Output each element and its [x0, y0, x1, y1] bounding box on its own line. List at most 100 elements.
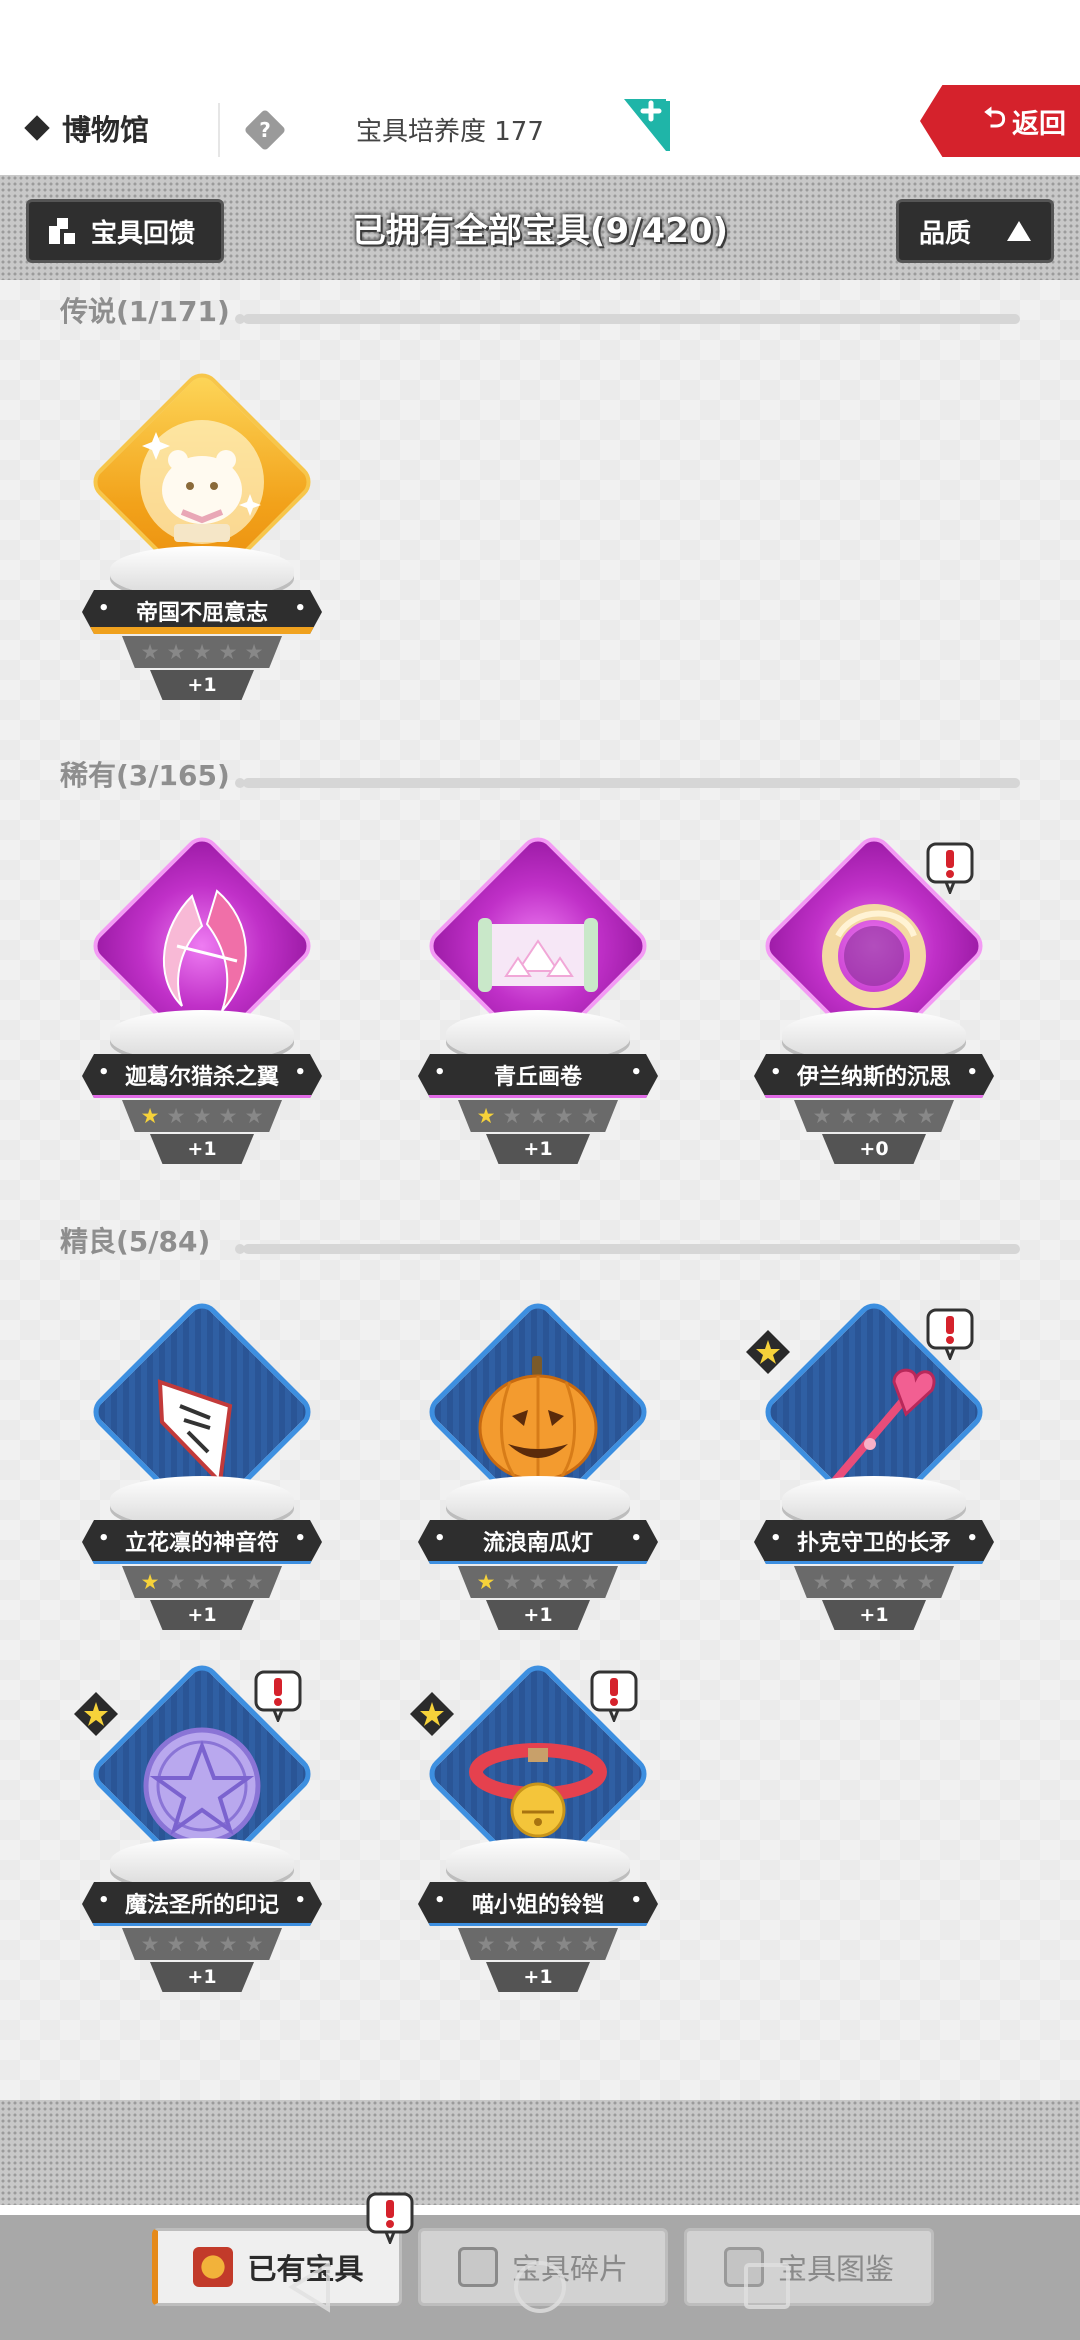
star-icon: ★	[502, 1932, 522, 1956]
star-icon: ★	[140, 1570, 160, 1594]
section-divider	[235, 1244, 1020, 1254]
star-icon: ★	[580, 1932, 600, 1956]
star-icon: ★	[166, 1570, 186, 1594]
treasure-card[interactable]: 伊兰纳斯的沉思 ★★★★★ +0	[744, 830, 1004, 1182]
star-icon: ★	[502, 1104, 522, 1128]
treasure-name: 伊兰纳斯的沉思	[754, 1054, 994, 1098]
star-icon: ★	[218, 1104, 238, 1128]
star-icon: ★	[244, 1104, 264, 1128]
enhance-level: +0	[822, 1134, 926, 1164]
star-icon: ★	[166, 1932, 186, 1956]
return-arrow-icon: ⮌	[983, 101, 1006, 134]
star-icon: ★	[140, 640, 160, 664]
star-icon: ★	[864, 1570, 884, 1594]
section-label: 精良(5/84)	[60, 1225, 211, 1258]
star-icon: ★	[528, 1104, 548, 1128]
star-icon: ★	[192, 1104, 212, 1128]
star-rating: ★ ★ ★ ★ ★	[122, 1566, 282, 1598]
star-icon: ★	[244, 1932, 264, 1956]
star-icon: ★	[218, 1932, 238, 1956]
section-header-legend: 传说(1/171)	[60, 290, 230, 330]
tab-treasure-codex[interactable]: 宝具图鉴	[684, 2228, 934, 2306]
treasure-card[interactable]: 立花凛的神音符 ★★★★★ +1	[72, 1296, 332, 1648]
star-icon: ★	[502, 1570, 522, 1594]
star-icon: ★	[218, 1570, 238, 1594]
sort-button-label: 品质	[919, 218, 972, 249]
back-button-label: 返回	[1012, 108, 1066, 140]
treasure-list[interactable]: 传说(1/171) 帝国不屈意志 ★★★★★ +1 稀有(3/165)	[0, 280, 1080, 2100]
star-rating: ★ ★ ★ ★ ★	[458, 1928, 618, 1960]
treasure-name: 立花凛的神音符	[82, 1520, 322, 1564]
star-icon: ★	[476, 1570, 496, 1594]
section-label: 稀有(3/165)	[60, 759, 230, 792]
star-icon: ★	[528, 1570, 548, 1594]
tab-label: 已有宝具	[247, 2252, 364, 2286]
star-icon: ★	[476, 1104, 496, 1128]
sort-quality-button[interactable]: 品质	[896, 199, 1054, 263]
star-rating: ★ ★ ★ ★ ★	[458, 1100, 618, 1132]
enhance-level: +1	[486, 1600, 590, 1630]
tab-treasure-fragments[interactable]: 宝具碎片	[418, 2228, 668, 2306]
treasure-name: 魔法圣所的印记	[82, 1882, 322, 1926]
enhance-level: +1	[150, 1600, 254, 1630]
museum-title-text: 博物馆	[62, 113, 150, 147]
tab-label: 宝具图鉴	[777, 2252, 894, 2286]
star-icon: ★	[890, 1570, 910, 1594]
section-label: 传说(1/171)	[60, 295, 230, 328]
treasure-name: 扑克守卫的长矛	[754, 1520, 994, 1564]
enhance-level: +1	[486, 1962, 590, 1992]
treasure-card[interactable]: 扑克守卫的长矛 ★★★★★ +1	[744, 1296, 1004, 1648]
treasure-card[interactable]: 青丘画卷 ★★★★★ +1	[408, 830, 668, 1182]
star-rating: ★ ★ ★ ★ ★	[122, 1100, 282, 1132]
star-rating: ★ ★ ★ ★ ★	[794, 1100, 954, 1132]
star-icon: ★	[838, 1570, 858, 1594]
enhance-level: +1	[486, 1134, 590, 1164]
star-icon: ★	[140, 1104, 160, 1128]
help-icon[interactable]: ?	[243, 108, 287, 152]
alert-icon	[590, 1670, 638, 1722]
treasure-name: 青丘画卷	[418, 1054, 658, 1098]
star-icon: ★	[192, 1932, 212, 1956]
star-icon: ★	[554, 1104, 574, 1128]
fragments-icon	[457, 2247, 498, 2287]
add-cultivation-icon[interactable]	[622, 97, 672, 155]
star-rating: ★ ★ ★ ★ ★	[794, 1566, 954, 1598]
tab-owned-treasures[interactable]: 已有宝具	[152, 2228, 402, 2306]
star-icon: ★	[166, 640, 186, 664]
star-icon: ★	[192, 640, 212, 664]
enhance-level: +1	[822, 1600, 926, 1630]
upgrade-star-icon	[746, 1330, 790, 1374]
enhance-level: +1	[150, 1962, 254, 1992]
alert-icon	[366, 2192, 414, 2244]
section-header-rare: 稀有(3/165)	[60, 754, 230, 794]
star-icon: ★	[192, 1570, 212, 1594]
star-icon: ★	[890, 1104, 910, 1128]
footer-band	[0, 2100, 1080, 2205]
star-icon: ★	[528, 1932, 548, 1956]
star-icon: ★	[244, 640, 264, 664]
treasure-card[interactable]: 帝国不屈意志 ★★★★★ +1	[72, 366, 332, 718]
treasure-name: 迦葛尔猎杀之翼	[82, 1054, 322, 1098]
museum-title: 博物馆	[22, 107, 149, 149]
star-icon: ★	[812, 1570, 832, 1594]
section-divider	[235, 778, 1020, 788]
star-icon: ★	[838, 1104, 858, 1128]
enhance-level: +1	[150, 670, 254, 700]
treasure-card[interactable]: 喵小姐的铃铛 ★★★★★ +1	[408, 1658, 668, 2010]
codex-icon	[723, 2247, 764, 2287]
star-icon: ★	[554, 1570, 574, 1594]
star-icon: ★	[916, 1104, 936, 1128]
treasure-card[interactable]: 流浪南瓜灯 ★★★★★ +1	[408, 1296, 668, 1648]
star-icon: ★	[476, 1932, 496, 1956]
back-button[interactable]: ⮌ 返回	[920, 85, 1080, 157]
treasure-card[interactable]: 迦葛尔猎杀之翼 ★★★★★ +1	[72, 830, 332, 1182]
bottom-tab-bar: 已有宝具 宝具碎片 宝具图鉴	[0, 2215, 1080, 2340]
treasure-card[interactable]: 魔法圣所的印记 ★★★★★ +1	[72, 1658, 332, 2010]
star-rating: ★ ★ ★ ★ ★	[122, 636, 282, 668]
divider	[218, 103, 220, 157]
enhance-level: +1	[150, 1134, 254, 1164]
upgrade-star-icon	[74, 1692, 118, 1736]
star-icon: ★	[554, 1932, 574, 1956]
star-icon: ★	[166, 1104, 186, 1128]
header-band: 宝具回馈 已拥有全部宝具(9/420) 品质	[0, 175, 1080, 280]
